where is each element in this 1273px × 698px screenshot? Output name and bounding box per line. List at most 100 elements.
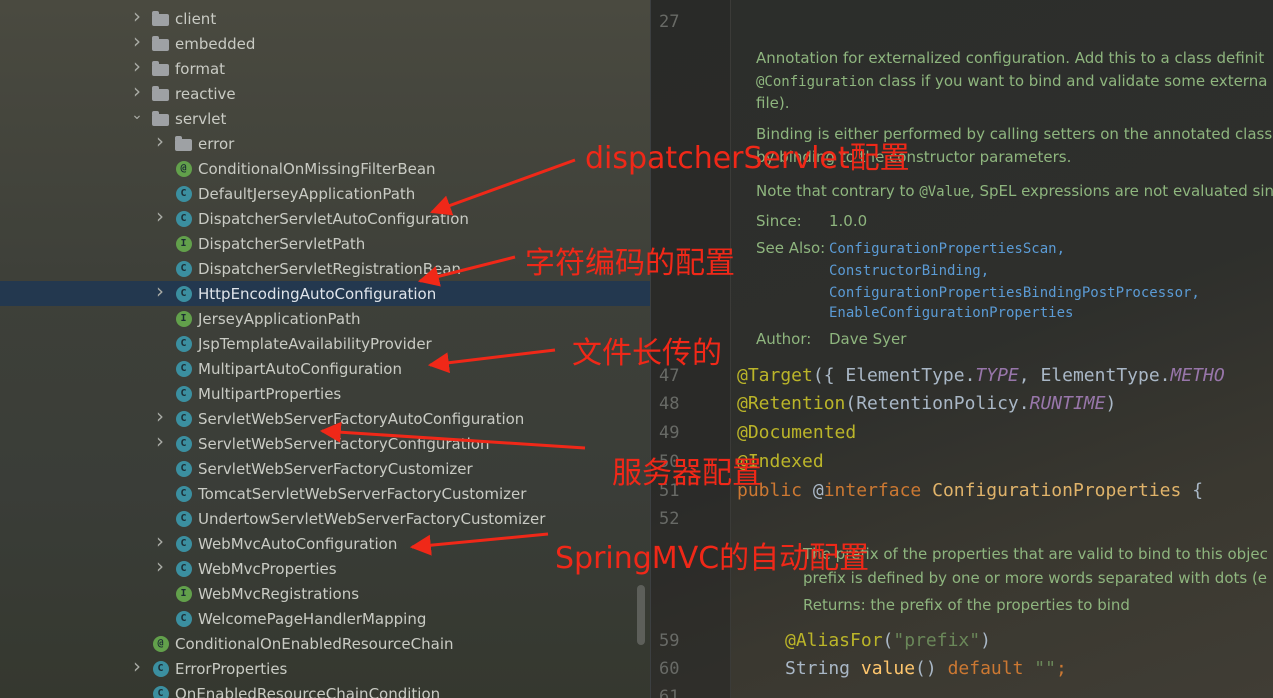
tree-item[interactable]: › C HttpEncodingAutoConfiguration	[0, 279, 650, 306]
chevron-right-icon[interactable]: ›	[153, 129, 167, 153]
tree-item-label: format	[175, 59, 226, 78]
since-label: Since:	[756, 212, 802, 230]
interface-icon: I	[175, 310, 192, 327]
tree-item[interactable]: › C ServletWebServerFactoryAutoConfigurati…	[0, 404, 650, 431]
code-line-59: @AliasFor("prefix")	[785, 630, 991, 651]
tree-item-label: DispatcherServletRegistrationBean	[198, 259, 462, 278]
annotation-label: 文件长传的	[572, 336, 722, 371]
tree-item[interactable]: › C WebMvcProperties	[0, 554, 650, 581]
line-number: 49	[659, 423, 680, 443]
class-icon: C	[175, 535, 192, 552]
tree-item-label: TomcatServletWebServerFactoryCustomizer	[198, 484, 527, 503]
tree-item-label: OnEnabledResourceChainCondition	[175, 684, 441, 698]
constant-token: TYPE	[975, 365, 1019, 386]
tree-item[interactable]: › client	[0, 4, 650, 31]
class-icon: C	[175, 435, 192, 452]
tree-item[interactable]: › C ServletWebServerFactoryConfiguration	[0, 429, 650, 456]
line-number: 48	[659, 394, 680, 414]
chevron-right-icon[interactable]: ›	[130, 79, 144, 103]
see-also-link[interactable]: ConfigurationPropertiesScan,	[829, 241, 1065, 257]
annotation-token: @Target	[737, 365, 813, 386]
chevron-right-icon[interactable]: ›	[130, 4, 144, 28]
folder-icon	[152, 110, 169, 127]
chevron-right-icon[interactable]: ›	[153, 529, 167, 553]
doc-text: Returns: the prefix of the properties to…	[803, 596, 1130, 614]
tree-item[interactable]: ⌄ servlet	[0, 106, 650, 131]
code-editor[interactable]: 27 47 48 49 50 51 52 59 60 61 Annotation…	[650, 0, 1273, 698]
chevron-right-icon[interactable]: ›	[130, 54, 144, 78]
tree-item[interactable]: › error	[0, 129, 650, 156]
code-token: , ElementType.	[1018, 365, 1171, 386]
tree-item[interactable]: › C WebMvcAutoConfiguration	[0, 529, 650, 556]
tree-item[interactable]: C UndertowServletWebServerFactoryCustomiz…	[0, 506, 650, 531]
tree-item-label: DispatcherServletPath	[198, 234, 366, 253]
chevron-right-icon[interactable]: ›	[130, 29, 144, 53]
class-icon: C	[152, 685, 169, 698]
doc-text: file).	[756, 94, 790, 112]
chevron-down-icon[interactable]: ⌄	[130, 107, 144, 123]
tree-item[interactable]: › reactive	[0, 79, 650, 106]
chevron-right-icon[interactable]: ›	[153, 204, 167, 228]
tree-item-label: WebMvcRegistrations	[198, 584, 360, 603]
tree-item[interactable]: @ ConditionalOnMissingFilterBean	[0, 156, 650, 181]
keyword-token: interface	[823, 480, 922, 501]
tree-item[interactable]: › embedded	[0, 29, 650, 56]
line-number: 59	[659, 631, 680, 651]
chevron-right-icon[interactable]: ›	[130, 654, 144, 678]
chevron-right-icon[interactable]: ›	[153, 429, 167, 453]
tree-item-label: MultipartAutoConfiguration	[198, 359, 402, 378]
annotation-label: dispatcherServlet配置	[585, 141, 910, 176]
chevron-right-icon[interactable]: ›	[153, 404, 167, 428]
tree-item-label: DefaultJerseyApplicationPath	[198, 184, 416, 203]
folder-icon	[152, 60, 169, 77]
class-icon: C	[175, 335, 192, 352]
code-token: String	[785, 658, 861, 679]
tree-item[interactable]: C MultipartAutoConfiguration	[0, 356, 650, 381]
annotation-icon: @	[152, 635, 169, 652]
tree-item-label: ServletWebServerFactoryCustomizer	[198, 459, 473, 478]
tree-item-label: ConditionalOnEnabledResourceChain	[175, 634, 454, 653]
folder-icon	[175, 135, 192, 152]
tree-item[interactable]: C OnEnabledResourceChainCondition	[0, 681, 650, 698]
line-number: 52	[659, 509, 680, 529]
code-line-48: @Retention(RetentionPolicy.RUNTIME)	[737, 393, 1116, 414]
tree-item[interactable]: C JspTemplateAvailabilityProvider	[0, 331, 650, 356]
class-icon: C	[175, 360, 192, 377]
tree-item[interactable]: I WebMvcRegistrations	[0, 581, 650, 606]
tree-item[interactable]: C MultipartProperties	[0, 381, 650, 406]
see-also-link[interactable]: ConfigurationPropertiesBindingPostProces…	[829, 285, 1200, 301]
tree-scrollbar[interactable]	[637, 585, 645, 645]
annotation-token: @Retention	[737, 393, 846, 414]
tree-item-label: WebMvcAutoConfiguration	[198, 534, 398, 553]
see-also-link[interactable]: EnableConfigurationProperties	[829, 305, 1073, 321]
doc-text: Note that contrary to @Value, SpEL expre…	[756, 182, 1273, 200]
code-token: ({ ElementType.	[812, 365, 976, 386]
tree-item[interactable]: @ ConditionalOnEnabledResourceChain	[0, 631, 650, 656]
code-line-49: @Documented	[737, 422, 857, 443]
tree-item[interactable]: C DefaultJerseyApplicationPath	[0, 181, 650, 206]
tree-item[interactable]: C WelcomePageHandlerMapping	[0, 606, 650, 631]
code-line-47: @Target({ ElementType.TYPE, ElementType.…	[737, 365, 1225, 386]
tree-item[interactable]: › format	[0, 54, 650, 81]
doc-text: Annotation for externalized configuratio…	[756, 49, 1265, 67]
string-token: "prefix"	[893, 630, 981, 651]
doc-text: class if you want to bind and validate s…	[874, 72, 1268, 90]
class-icon: C	[175, 385, 192, 402]
class-icon: C	[175, 485, 192, 502]
code-token: ;	[1055, 658, 1067, 679]
rendered-javadoc: Annotation for externalized configuratio…	[741, 38, 1273, 358]
tree-item[interactable]: › C DispatcherServletAutoConfiguration	[0, 204, 650, 231]
folder-icon	[152, 35, 169, 52]
doc-code: @Value	[919, 184, 970, 200]
tree-item[interactable]: › C ErrorProperties	[0, 654, 650, 681]
doc-text: Note that contrary to	[756, 182, 920, 200]
tree-item-label: error	[198, 134, 235, 153]
tree-item-label: JerseyApplicationPath	[198, 309, 361, 328]
tree-item[interactable]: C TomcatServletWebServerFactoryCustomizer	[0, 481, 650, 506]
chevron-right-icon[interactable]: ›	[153, 554, 167, 578]
chevron-right-icon[interactable]: ›	[153, 279, 167, 303]
tree-item[interactable]: I JerseyApplicationPath	[0, 306, 650, 331]
code-token: (	[882, 630, 894, 651]
tree-item[interactable]: C ServletWebServerFactoryCustomizer	[0, 456, 650, 481]
see-also-link[interactable]: ConstructorBinding,	[829, 263, 989, 279]
